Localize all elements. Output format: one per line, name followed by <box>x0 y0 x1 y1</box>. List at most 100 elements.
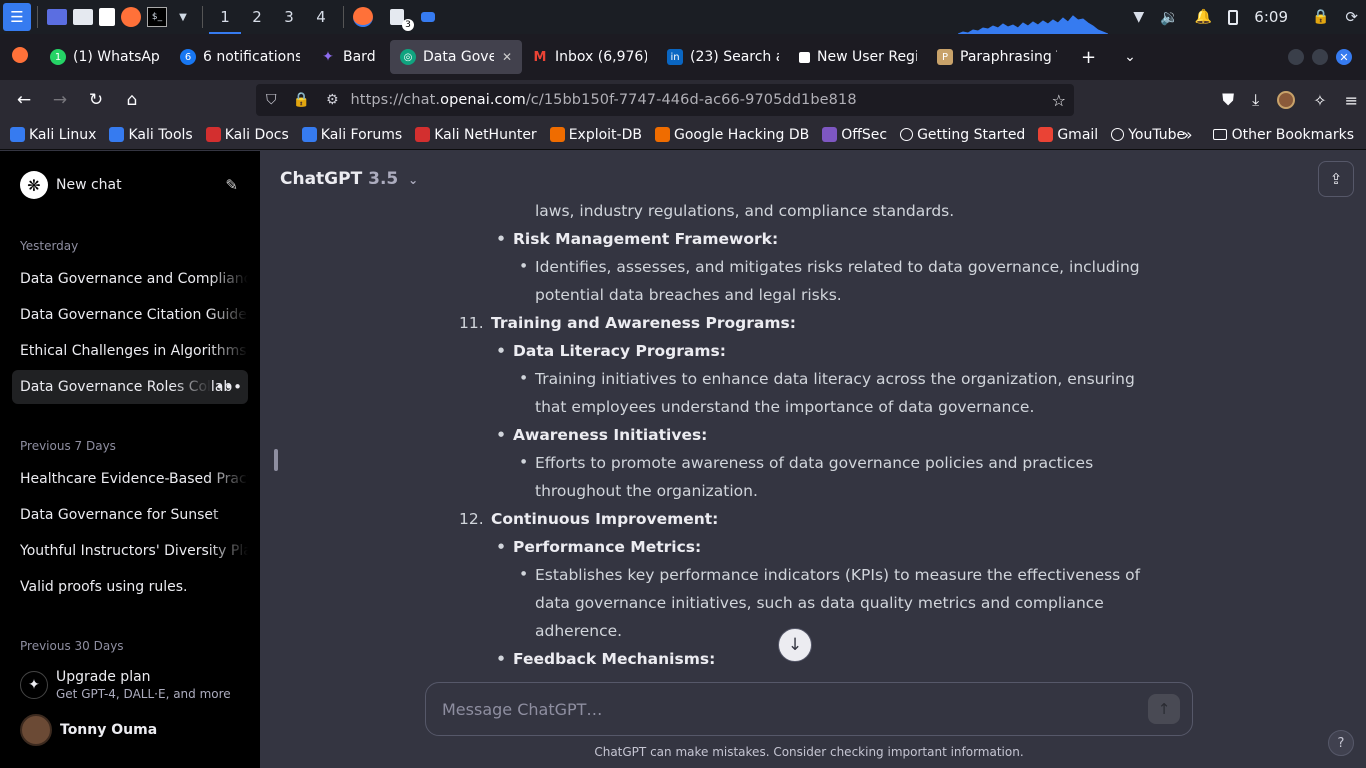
terminal-icon[interactable]: $_ <box>147 7 167 27</box>
downloads-icon[interactable]: ⤓ <box>1252 90 1259 110</box>
close-window-button[interactable]: ✕ <box>1336 49 1352 65</box>
lock-icon[interactable]: 🔒 <box>293 92 310 108</box>
chat-history-item[interactable]: Data Governance and Compliance <box>12 262 248 296</box>
firefox-launcher-icon[interactable] <box>121 7 141 27</box>
bookmark-star-icon[interactable]: ☆ <box>1052 91 1066 110</box>
volume-icon[interactable]: 🔉 <box>1160 8 1179 26</box>
list-heading-text: Continuous Improvement: <box>491 510 719 528</box>
chat-history-item[interactable]: Valid proofs using rules. <box>12 570 248 604</box>
text-fade <box>208 498 248 532</box>
refresh-power-icon[interactable]: ⟳ <box>1345 8 1358 26</box>
sparkle-icon: ✦ <box>20 671 48 699</box>
bookmark-item[interactable]: Kali Docs <box>205 127 289 143</box>
workspace-4[interactable]: 4 <box>305 8 337 26</box>
message-input[interactable] <box>442 699 1122 719</box>
account-avatar[interactable] <box>1277 91 1296 109</box>
other-bookmarks-label: Other Bookmarks <box>1231 126 1354 143</box>
tab-label: Data Govern <box>423 49 494 65</box>
browser-tab[interactable]: in (23) Search all <box>657 40 789 74</box>
desktop-icon[interactable] <box>47 9 67 25</box>
back-button[interactable]: ← <box>6 90 42 110</box>
pocket-icon[interactable]: ⛊ <box>1222 90 1234 110</box>
lock-icon[interactable]: 🔒 <box>1312 9 1329 25</box>
minimize-button[interactable] <box>1288 49 1304 65</box>
system-tray: ▼ 🔉 🔔 6:09 🔒 ⟳ <box>1133 0 1366 34</box>
battery-icon[interactable] <box>1228 9 1239 25</box>
chat-history-item[interactable]: Ethical Challenges in Algorithms <box>12 334 248 368</box>
document-window-icon[interactable]: 3 <box>390 9 414 31</box>
list-all-tabs-button[interactable]: ⌄ <box>1110 49 1150 65</box>
home-button[interactable]: ⌂ <box>114 90 150 110</box>
edit-icon[interactable]: ✎ <box>225 176 238 194</box>
bell-icon[interactable]: 🔔 <box>1195 9 1212 25</box>
chat-history-item[interactable]: Data Governance Roles Collab ••• <box>12 370 248 404</box>
chevron-double-right-icon[interactable]: » <box>1183 125 1193 144</box>
bookmark-item[interactable]: Kali Linux <box>10 127 96 143</box>
scroll-to-bottom-button[interactable]: ↓ <box>778 628 812 662</box>
browser-tab[interactable]: M Inbox (6,976) - <box>522 40 657 74</box>
new-tab-button[interactable]: + <box>1067 47 1110 68</box>
user-menu[interactable]: Tonny Ouma <box>12 713 248 747</box>
bullet-marker: ● <box>498 346 505 354</box>
bookmark-item[interactable]: Kali NetHunter <box>415 127 537 143</box>
chat-history-item[interactable]: Healthcare Evidence-Based Practice <box>12 462 248 496</box>
maximize-button[interactable] <box>1312 49 1328 65</box>
notification-icon: 6 <box>180 49 196 65</box>
chat-history-item[interactable]: Data Governance for Sunset <box>12 498 248 532</box>
browser-tab[interactable]: New User Regi <box>789 40 927 74</box>
bookmark-label: Kali Forums <box>320 126 403 143</box>
model-selector[interactable]: ChatGPT 3.5 ⌄ <box>280 169 418 189</box>
list-heading: Continuous Improvement: <box>491 505 718 533</box>
shield-icon[interactable]: ⛉ <box>266 92 277 108</box>
upgrade-plan-button[interactable]: ✦ Upgrade plan Get GPT-4, DALL·E, and mo… <box>12 663 248 707</box>
url-bar[interactable]: ⛉ 🔒 ⚙ https://chat.openai.com/c/15bb150f… <box>256 84 1074 116</box>
chat-history-item[interactable]: Youthful Instructors' Diversity Plan <box>12 534 248 568</box>
browser-tab[interactable]: ◎ Data Govern ✕ <box>390 40 522 74</box>
upgrade-subtitle: Get GPT-4, DALL·E, and more <box>56 687 231 701</box>
other-bookmarks[interactable]: Other Bookmarks <box>1212 126 1354 143</box>
message-composer: ↑ <box>425 682 1193 736</box>
wifi-icon[interactable]: ▼ <box>1133 9 1144 25</box>
bookmark-item[interactable]: Getting Started <box>900 127 1025 143</box>
bookmarks-overflow: » Other Bookmarks <box>1183 125 1354 144</box>
browser-tab[interactable]: 1 (1) WhatsApp <box>40 40 170 74</box>
firefox-view-icon[interactable] <box>0 46 40 68</box>
hamburger-menu-icon[interactable]: ≡ <box>1345 91 1358 110</box>
kali-menu-icon[interactable]: ☰ <box>3 3 31 31</box>
send-button[interactable]: ↑ <box>1148 694 1180 724</box>
browser-tab[interactable]: 6 6 notifications <box>170 40 310 74</box>
browser-tab[interactable]: ✦ Bard <box>310 40 390 74</box>
help-button[interactable]: ? <box>1328 730 1354 756</box>
chat-window-icon[interactable] <box>421 12 435 22</box>
bookmark-item[interactable]: OffSec <box>822 127 887 143</box>
bookmark-item[interactable]: Kali Forums <box>301 126 403 143</box>
text-editor-icon[interactable] <box>99 8 115 26</box>
share-button[interactable]: ⇪ <box>1318 161 1354 197</box>
extensions-icon[interactable]: ✧ <box>1313 91 1326 110</box>
chat-history-item[interactable]: Data Governance Citation Guide <box>12 298 248 332</box>
chevron-down-icon[interactable]: ▼ <box>173 7 193 27</box>
tabs-container: 1 (1) WhatsApp 6 6 notifications ✦ Bard ◎ Data … <box>40 40 1067 74</box>
text-fade <box>208 462 248 496</box>
workspace-2[interactable]: 2 <box>241 8 273 26</box>
bookmark-item[interactable]: Google Hacking DB <box>654 127 809 143</box>
new-chat-button[interactable]: ❋ New chat ✎ <box>12 165 248 205</box>
firefox-window-icon[interactable] <box>353 7 373 27</box>
forward-button[interactable]: → <box>42 90 78 110</box>
more-options-icon[interactable]: ••• <box>215 370 242 404</box>
reload-button[interactable]: ↻ <box>78 90 114 110</box>
bookmark-item[interactable]: Kali Tools <box>109 127 193 143</box>
close-tab-icon[interactable]: ✕ <box>502 50 512 64</box>
workspace-3[interactable]: 3 <box>273 8 305 26</box>
history-section-label: Previous 7 Days <box>20 439 116 453</box>
bookmark-item[interactable]: Gmail <box>1038 127 1098 143</box>
sub-heading-text: Awareness Initiatives: <box>513 426 708 444</box>
clock[interactable]: 6:09 <box>1254 8 1288 26</box>
file-manager-icon[interactable] <box>73 9 93 25</box>
bookmark-item[interactable]: Exploit-DB <box>549 127 642 143</box>
browser-tab[interactable]: P Paraphrasing T <box>927 40 1067 74</box>
body-text: Training initiatives to enhance data lit… <box>535 370 1135 388</box>
permissions-icon[interactable]: ⚙ <box>326 92 339 108</box>
bookmark-item[interactable]: YouTube <box>1111 127 1185 143</box>
workspace-1[interactable]: 1 <box>209 0 241 34</box>
